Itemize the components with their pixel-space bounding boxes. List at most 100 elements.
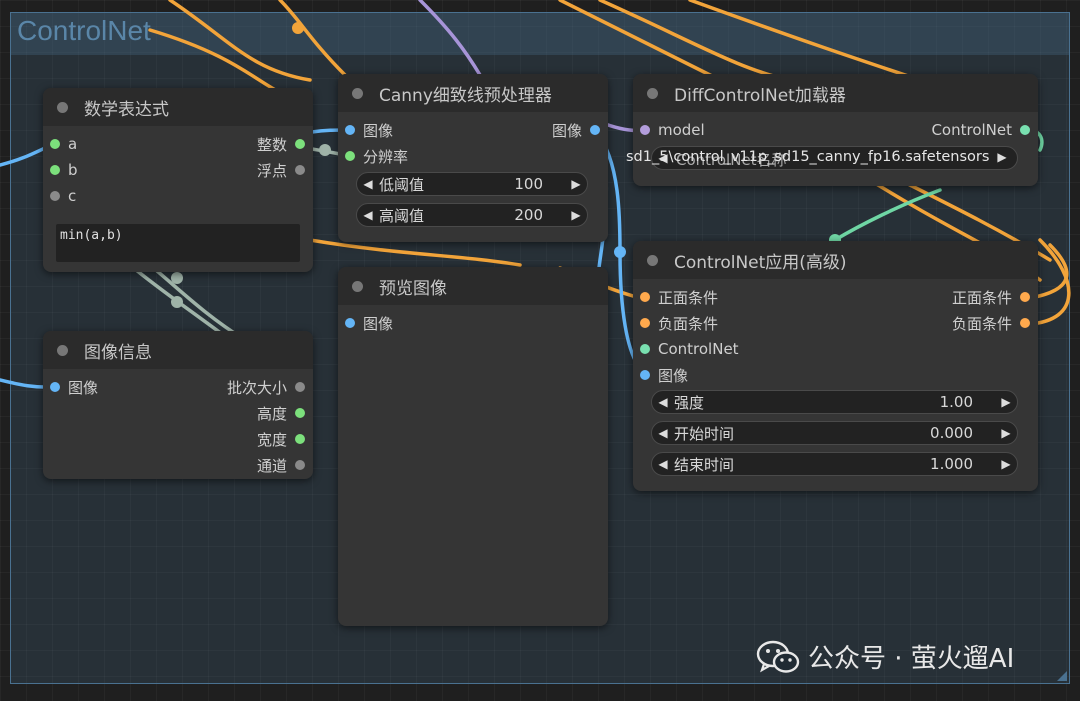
output-pin-icon[interactable] <box>295 139 305 149</box>
slot-label: 整数 <box>256 135 287 154</box>
slot-label: 批次大小 <box>226 378 287 397</box>
node-title: ControlNet应用(高级) <box>674 252 847 273</box>
input-slot-negative[interactable]: 负面条件 <box>640 313 718 333</box>
decrement-arrow-icon[interactable]: ◀ <box>652 395 674 409</box>
node-canny-preprocessor[interactable]: Canny细致线预处理器 图像 分辨率 图像 ◀ 低阈值 100 ▶ ◀ 高阈值… <box>338 74 608 242</box>
input-pin-icon[interactable] <box>50 382 60 392</box>
output-pin-icon[interactable] <box>590 125 600 135</box>
input-slot-c[interactable]: c <box>50 186 76 206</box>
high-threshold-widget[interactable]: ◀ 高阈值 200 ▶ <box>356 203 588 227</box>
expression-textarea[interactable]: min(a,b) <box>56 224 300 262</box>
node-title-bar[interactable]: 数学表达式 <box>43 88 313 126</box>
input-pin-icon[interactable] <box>345 151 355 161</box>
output-slot-float[interactable]: 浮点 <box>257 160 305 180</box>
input-pin-icon[interactable] <box>50 165 60 175</box>
node-title-bar[interactable]: DiffControlNet加载器 <box>633 74 1038 112</box>
low-threshold-widget[interactable]: ◀ 低阈值 100 ▶ <box>356 172 588 196</box>
increment-arrow-icon[interactable]: ▶ <box>995 395 1017 409</box>
input-slot-a[interactable]: a <box>50 134 77 154</box>
input-pin-icon[interactable] <box>640 318 650 328</box>
input-slot-image[interactable]: 图像 <box>50 377 98 397</box>
collapse-dot-icon[interactable] <box>352 280 363 292</box>
output-pin-icon[interactable] <box>1020 318 1030 328</box>
decrement-arrow-icon[interactable]: ◀ <box>652 457 674 471</box>
input-pin-icon[interactable] <box>50 191 60 201</box>
input-pin-icon[interactable] <box>345 318 355 328</box>
increment-arrow-icon[interactable]: ▶ <box>565 208 587 222</box>
input-slot-image[interactable]: 图像 <box>345 120 393 140</box>
slot-label: ControlNet <box>658 340 739 358</box>
input-pin-icon[interactable] <box>640 370 650 380</box>
input-slot-b[interactable]: b <box>50 160 78 180</box>
collapse-dot-icon[interactable] <box>647 87 658 99</box>
end-percent-widget[interactable]: ◀ 结束时间 1.000 ▶ <box>651 452 1018 476</box>
input-pin-icon[interactable] <box>345 125 355 135</box>
node-title-bar[interactable]: Canny细致线预处理器 <box>338 74 608 112</box>
slot-label: 宽度 <box>256 430 287 449</box>
group-header[interactable] <box>11 13 1069 55</box>
collapse-dot-icon[interactable] <box>647 254 658 266</box>
output-slot-negative[interactable]: 负面条件 <box>952 313 1030 333</box>
output-pin-icon[interactable] <box>295 382 305 392</box>
node-controlnet-apply-advanced[interactable]: ControlNet应用(高级) 正面条件 负面条件 ControlNet 图像… <box>633 241 1038 491</box>
output-slot-channels[interactable]: 通道 <box>257 455 305 475</box>
output-slot-positive[interactable]: 正面条件 <box>952 287 1030 307</box>
slot-label: 图像 <box>658 366 689 385</box>
output-pin-icon[interactable] <box>295 165 305 175</box>
next-option-arrow-icon[interactable]: ▶ <box>991 150 1013 164</box>
output-slot-int[interactable]: 整数 <box>257 134 305 154</box>
output-slot-image[interactable]: 图像 <box>552 120 600 140</box>
group-resize-handle[interactable] <box>1057 671 1067 681</box>
strength-widget[interactable]: ◀ 强度 1.00 ▶ <box>651 390 1018 414</box>
collapse-dot-icon[interactable] <box>57 101 68 113</box>
widget-label: 结束时间 <box>674 455 735 474</box>
widget-value: 200 <box>514 206 543 224</box>
node-math-expression[interactable]: 数学表达式 a b c 整数 浮点 min(a,b) <box>43 88 313 272</box>
input-slot-controlnet[interactable]: ControlNet <box>640 339 739 359</box>
output-pin-icon[interactable] <box>1020 292 1030 302</box>
increment-arrow-icon[interactable]: ▶ <box>995 457 1017 471</box>
node-preview-image[interactable]: 预览图像 图像 <box>338 267 608 626</box>
node-title-bar[interactable]: 预览图像 <box>338 267 608 305</box>
node-title-bar[interactable]: 图像信息 <box>43 331 313 369</box>
slot-label: b <box>68 161 78 179</box>
increment-arrow-icon[interactable]: ▶ <box>995 426 1017 440</box>
increment-arrow-icon[interactable]: ▶ <box>565 177 587 191</box>
input-slot-positive[interactable]: 正面条件 <box>640 287 718 307</box>
start-percent-widget[interactable]: ◀ 开始时间 0.000 ▶ <box>651 421 1018 445</box>
input-slot-image[interactable]: 图像 <box>640 365 688 385</box>
input-slot-image[interactable]: 图像 <box>345 313 393 333</box>
output-slot-width[interactable]: 宽度 <box>257 429 305 449</box>
node-image-info[interactable]: 图像信息 图像 批次大小 高度 宽度 通道 <box>43 331 313 479</box>
input-pin-icon[interactable] <box>640 292 650 302</box>
output-slot-height[interactable]: 高度 <box>257 403 305 423</box>
output-pin-icon[interactable] <box>1020 125 1030 135</box>
output-pin-icon[interactable] <box>295 460 305 470</box>
input-slot-model[interactable]: model <box>640 120 705 140</box>
output-slot-batch[interactable]: 批次大小 <box>227 377 305 397</box>
output-slot-controlnet[interactable]: ControlNet <box>931 120 1030 140</box>
input-pin-icon[interactable] <box>50 139 60 149</box>
slot-label: ControlNet <box>931 121 1012 139</box>
node-diff-controlnet-loader[interactable]: DiffControlNet加载器 model ControlNet ◀ Con… <box>626 74 1038 186</box>
collapse-dot-icon[interactable] <box>57 344 68 356</box>
node-title: Canny细致线预处理器 <box>379 85 552 106</box>
combo-value: sd1_5\control_v11p_sd15_canny_fp16.safet… <box>626 149 990 165</box>
decrement-arrow-icon[interactable]: ◀ <box>652 426 674 440</box>
node-title-bar[interactable]: ControlNet应用(高级) <box>633 241 1038 279</box>
input-pin-icon[interactable] <box>640 344 650 354</box>
input-pin-icon[interactable] <box>640 125 650 135</box>
decrement-arrow-icon[interactable]: ◀ <box>357 177 379 191</box>
input-slot-resolution[interactable]: 分辨率 <box>345 146 408 166</box>
output-pin-icon[interactable] <box>295 434 305 444</box>
slot-label: 负面条件 <box>658 314 719 333</box>
decrement-arrow-icon[interactable]: ◀ <box>357 208 379 222</box>
widget-label: 高阈值 <box>379 206 425 225</box>
slot-label: a <box>68 135 78 153</box>
collapse-dot-icon[interactable] <box>352 87 363 99</box>
output-pin-icon[interactable] <box>295 408 305 418</box>
controlnet-name-combo[interactable]: ◀ ControlNet名称 sd1_5\control_v11p_sd15_c… <box>626 146 1018 170</box>
slot-label: 图像 <box>68 378 99 397</box>
slot-label: 浮点 <box>256 161 287 180</box>
wechat-icon <box>756 640 800 673</box>
